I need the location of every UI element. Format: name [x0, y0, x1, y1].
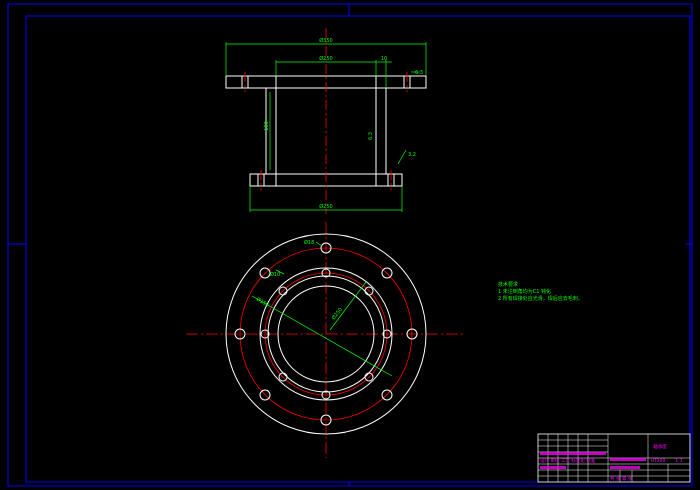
surface-finish-right: 3.2 — [408, 152, 416, 158]
title-block-part-name: 轴承座 — [653, 443, 667, 450]
title-block-row1: 设计 审核 工艺 标准化 批准 — [540, 457, 596, 464]
top-view-centerlines — [186, 222, 464, 458]
dim-small-hole: Ø10 — [270, 271, 280, 278]
title-block-material: HT200 — [651, 458, 666, 464]
dim-wall: 10 — [381, 56, 387, 62]
top-view: Ø18 Ø10 Ø350 Ø250 — [186, 222, 464, 458]
cad-drawing-canvas: Ø350 Ø250 10 Ø250 180 6.3 6.3 3.2 Ø18 Ø1… — [7, 3, 693, 487]
technical-notes: 技术要求 1 未注倒角均为C1 钝化 2 所有焊接处应光滑，焊后应去毛刺。 — [498, 281, 583, 302]
dim-bolt-hole: Ø18 — [304, 239, 314, 246]
dim-bottom-width: Ø250 — [319, 203, 332, 210]
tech-note-2: 2 所有焊接处应光滑，焊后应去毛刺。 — [498, 295, 583, 302]
dim-inner-width: Ø250 — [319, 55, 332, 62]
dim-outer-diameter: Ø350 — [255, 296, 270, 309]
title-block-row2: 共 张 第 张 — [610, 475, 633, 482]
tech-note-1: 1 未注倒角均为C1 钝化 — [498, 288, 551, 295]
title-block-scale: 1:1 — [675, 458, 682, 464]
surface-finish-top: 6.3 — [415, 70, 423, 76]
surface-finish-side: 6.3 — [368, 132, 374, 140]
dim-overall-width: Ø350 — [319, 37, 332, 44]
dim-height: 180 — [264, 121, 270, 131]
top-view-dimensions — [251, 241, 393, 377]
tech-notes-title: 技术要求 — [498, 281, 518, 288]
title-block: 轴承座 HT200 1:1 设计 审核 工艺 标准化 批准 共 张 第 张 — [537, 433, 691, 483]
inner-frame — [25, 15, 691, 483]
